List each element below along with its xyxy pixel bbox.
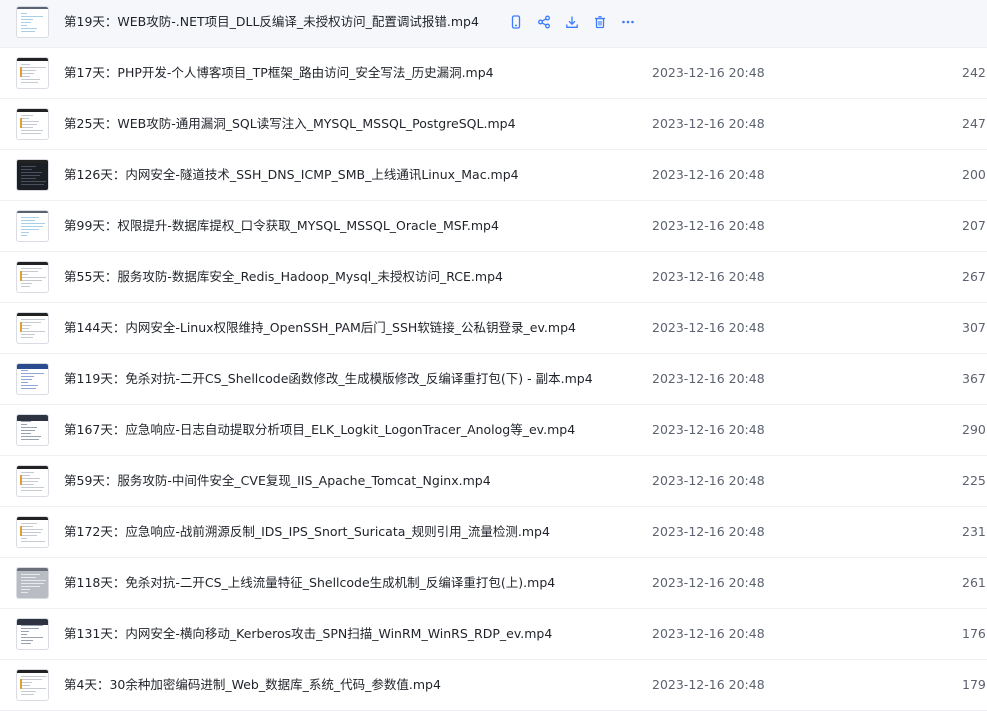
file-row[interactable]: 第59天：服务攻防-中间件安全_CVE复现_IIS_Apache_Tomcat_… — [0, 456, 987, 507]
video-thumbnail[interactable] — [16, 669, 49, 701]
file-date: 2023-12-16 20:48 — [652, 422, 765, 437]
video-thumbnail[interactable] — [16, 6, 49, 38]
file-size: 176. — [962, 626, 987, 641]
file-date: 2023-12-16 20:48 — [652, 167, 765, 182]
file-row[interactable]: 第25天：WEB攻防-通用漏洞_SQL读写注入_MYSQL_MSSQL_Post… — [0, 99, 987, 150]
file-list: 第19天：WEB攻防-.NET项目_DLL反编译_未授权访问_配置调试报错.mp… — [0, 0, 987, 711]
file-row[interactable]: 第144天：内网安全-Linux权限维持_OpenSSH_PAM后门_SSH软链… — [0, 303, 987, 354]
file-row[interactable]: 第99天：权限提升-数据库提权_口令获取_MYSQL_MSSQL_Oracle_… — [0, 201, 987, 252]
more-icon[interactable] — [619, 13, 637, 31]
file-size: 247. — [962, 116, 987, 131]
file-row[interactable]: 第126天：内网安全-隧道技术_SSH_DNS_ICMP_SMB_上线通讯Lin… — [0, 150, 987, 201]
file-name[interactable]: 第17天：PHP开发-个人博客项目_TP框架_路由访问_安全写法_历史漏洞.mp… — [64, 64, 494, 82]
file-size: 290. — [962, 422, 987, 437]
video-thumbnail[interactable] — [16, 618, 49, 650]
file-row[interactable]: 第118天：免杀对抗-二开CS_上线流量特征_Shellcode生成机制_反编译… — [0, 558, 987, 609]
file-size: 200. — [962, 167, 987, 182]
file-row[interactable]: 第17天：PHP开发-个人博客项目_TP框架_路由访问_安全写法_历史漏洞.mp… — [0, 48, 987, 99]
file-size: 207. — [962, 218, 987, 233]
file-row[interactable]: 第19天：WEB攻防-.NET项目_DLL反编译_未授权访问_配置调试报错.mp… — [0, 0, 987, 48]
file-row[interactable]: 第119天：免杀对抗-二开CS_Shellcode函数修改_生成模版修改_反编译… — [0, 354, 987, 405]
file-date: 2023-12-16 20:48 — [652, 371, 765, 386]
file-name[interactable]: 第119天：免杀对抗-二开CS_Shellcode函数修改_生成模版修改_反编译… — [64, 370, 593, 388]
share-icon[interactable] — [535, 13, 553, 31]
file-row[interactable]: 第131天：内网安全-横向移动_Kerberos攻击_SPN扫描_WinRM_W… — [0, 609, 987, 660]
file-date: 2023-12-16 20:48 — [652, 524, 765, 539]
file-name[interactable]: 第172天：应急响应-战前溯源反制_IDS_IPS_Snort_Suricata… — [64, 523, 550, 541]
file-name[interactable]: 第99天：权限提升-数据库提权_口令获取_MYSQL_MSSQL_Oracle_… — [64, 217, 499, 235]
file-row[interactable]: 第4天：30余种加密编码进制_Web_数据库_系统_代码_参数值.mp4 2023… — [0, 660, 987, 711]
file-row[interactable]: 第55天：服务攻防-数据库安全_Redis_Hadoop_Mysql_未授权访问… — [0, 252, 987, 303]
file-size: 225. — [962, 473, 987, 488]
file-date: 2023-12-16 20:48 — [652, 677, 765, 692]
file-name[interactable]: 第59天：服务攻防-中间件安全_CVE复现_IIS_Apache_Tomcat_… — [64, 472, 491, 490]
video-thumbnail[interactable] — [16, 159, 49, 191]
file-date: 2023-12-16 20:48 — [652, 626, 765, 641]
file-size: 261. — [962, 575, 987, 590]
file-date: 2023-12-16 20:48 — [652, 473, 765, 488]
video-thumbnail[interactable] — [16, 363, 49, 395]
file-size: 307. — [962, 320, 987, 335]
file-name[interactable]: 第167天：应急响应-日志自动提取分析项目_ELK_Logkit_LogonTr… — [64, 421, 575, 439]
video-thumbnail[interactable] — [16, 210, 49, 242]
file-name[interactable]: 第55天：服务攻防-数据库安全_Redis_Hadoop_Mysql_未授权访问… — [64, 268, 503, 286]
file-date: 2023-12-16 20:48 — [652, 320, 765, 335]
file-size: 231. — [962, 524, 987, 539]
file-size: 367. — [962, 371, 987, 386]
file-size: 179. — [962, 677, 987, 692]
download-icon[interactable] — [563, 13, 581, 31]
video-thumbnail[interactable] — [16, 57, 49, 89]
file-row[interactable]: 第167天：应急响应-日志自动提取分析项目_ELK_Logkit_LogonTr… — [0, 405, 987, 456]
video-thumbnail[interactable] — [16, 108, 49, 140]
file-name[interactable]: 第4天：30余种加密编码进制_Web_数据库_系统_代码_参数值.mp4 — [64, 676, 441, 694]
video-thumbnail[interactable] — [16, 414, 49, 446]
video-thumbnail[interactable] — [16, 567, 49, 599]
video-thumbnail[interactable] — [16, 516, 49, 548]
file-name[interactable]: 第118天：免杀对抗-二开CS_上线流量特征_Shellcode生成机制_反编译… — [64, 574, 555, 592]
file-date: 2023-12-16 20:48 — [652, 65, 765, 80]
video-thumbnail[interactable] — [16, 312, 49, 344]
file-size: 267. — [962, 269, 987, 284]
file-date: 2023-12-16 20:48 — [652, 575, 765, 590]
file-name[interactable]: 第131天：内网安全-横向移动_Kerberos攻击_SPN扫描_WinRM_W… — [64, 625, 552, 643]
file-size: 242. — [962, 65, 987, 80]
file-name[interactable]: 第144天：内网安全-Linux权限维持_OpenSSH_PAM后门_SSH软链… — [64, 319, 576, 337]
file-name[interactable]: 第19天：WEB攻防-.NET项目_DLL反编译_未授权访问_配置调试报错.mp… — [64, 13, 479, 31]
file-date: 2023-12-16 20:48 — [652, 218, 765, 233]
file-name[interactable]: 第25天：WEB攻防-通用漏洞_SQL读写注入_MYSQL_MSSQL_Post… — [64, 115, 516, 133]
phone-icon[interactable] — [507, 13, 525, 31]
delete-icon[interactable] — [591, 13, 609, 31]
file-name[interactable]: 第126天：内网安全-隧道技术_SSH_DNS_ICMP_SMB_上线通讯Lin… — [64, 166, 519, 184]
video-thumbnail[interactable] — [16, 465, 49, 497]
file-row[interactable]: 第172天：应急响应-战前溯源反制_IDS_IPS_Snort_Suricata… — [0, 507, 987, 558]
row-actions — [507, 11, 647, 33]
file-date: 2023-12-16 20:48 — [652, 116, 765, 131]
video-thumbnail[interactable] — [16, 261, 49, 293]
file-date: 2023-12-16 20:48 — [652, 269, 765, 284]
